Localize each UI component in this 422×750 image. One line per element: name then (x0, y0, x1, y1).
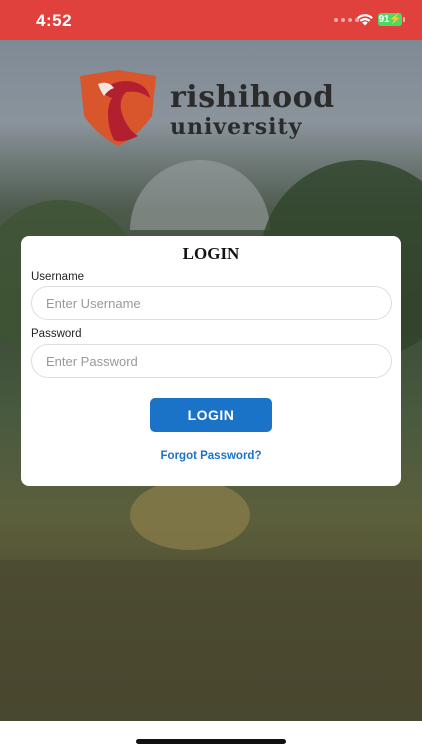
status-bar: 4:52 91 ⚡ (0, 0, 422, 40)
login-button[interactable]: LOGIN (150, 398, 272, 432)
forgot-password-link[interactable]: Forgot Password? (21, 450, 401, 462)
username-input[interactable] (31, 286, 392, 320)
logo-text-line1: rishihood (170, 80, 335, 115)
battery-icon: 91 ⚡ (378, 13, 402, 26)
battery-tip (403, 17, 405, 22)
battery-level: 91 (378, 14, 390, 25)
status-time: 4:52 (36, 11, 73, 30)
password-input[interactable] (31, 344, 392, 378)
shield-logo-icon (80, 70, 156, 146)
university-logo: rishihood university (78, 70, 348, 150)
login-card: LOGIN Username Password LOGIN Forgot Pas… (21, 236, 401, 486)
username-label: Username (31, 271, 85, 283)
wifi-icon (357, 14, 373, 26)
password-label: Password (31, 328, 82, 340)
login-title: LOGIN (182, 244, 240, 263)
logo-text-line2: university (170, 114, 303, 140)
home-indicator[interactable] (136, 739, 286, 744)
bottom-safe-area (0, 721, 422, 750)
